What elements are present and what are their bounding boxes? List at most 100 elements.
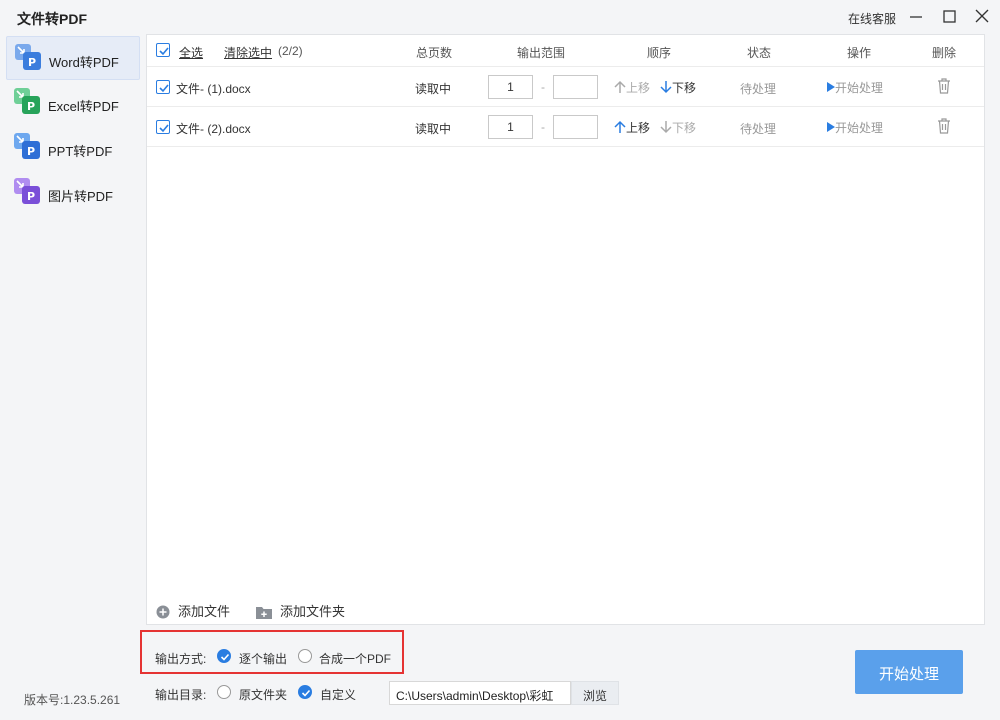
row-checkbox[interactable] (156, 80, 170, 94)
start-processing-button[interactable]: 开始处理 (855, 650, 963, 694)
play-icon (827, 82, 835, 92)
browse-button[interactable]: 浏览 (571, 681, 619, 705)
sidebar-item-ppt-to-pdf[interactable]: P PPT转PDF (6, 126, 140, 170)
app-title: 文件转PDF (17, 11, 87, 27)
sidebar-item-label: PPT转PDF (48, 144, 113, 159)
range-separator: - (541, 120, 545, 134)
status-label: 待处理 (740, 122, 777, 136)
dir-original-radio[interactable] (217, 685, 231, 699)
add-folder-button[interactable]: 添加文件夹 (256, 601, 345, 620)
sidebar-item-label: Excel转PDF (48, 99, 119, 114)
check-icon (159, 47, 169, 56)
sidebar-item-label: 图片转PDF (48, 189, 114, 204)
file-list-panel: 全选 清除选中 (2/2) 总页数 输出范围 顺序 状态 操作 删除 文件- (… (146, 34, 985, 625)
move-up-label: 上移 (626, 121, 651, 135)
check-icon (301, 689, 311, 697)
range-to-input[interactable] (553, 75, 598, 99)
header-pages: 总页数 (416, 46, 453, 60)
move-up-button[interactable]: 上移 (614, 79, 650, 96)
online-support-link[interactable]: 在线客服 (848, 10, 896, 27)
image-pdf-icon: P (14, 178, 40, 204)
svg-text:P: P (27, 145, 35, 158)
header-range: 输出范围 (517, 46, 566, 60)
move-up-button[interactable]: 上移 (614, 119, 650, 136)
clear-selection-link[interactable]: 清除选中 (224, 44, 272, 61)
status-label: 待处理 (740, 82, 777, 96)
trash-icon (938, 78, 950, 94)
svg-text:P: P (27, 190, 35, 203)
delete-row-button[interactable] (937, 78, 951, 97)
delete-row-button[interactable] (937, 118, 951, 137)
minimize-button[interactable] (905, 6, 927, 28)
selection-count: (2/2) (278, 44, 303, 58)
trash-icon (938, 118, 950, 134)
close-button[interactable] (971, 6, 993, 28)
arrow-down-icon (660, 121, 672, 134)
add-file-label: 添加文件 (178, 604, 231, 619)
header-action: 操作 (847, 46, 872, 60)
word-pdf-icon: P (15, 44, 41, 70)
add-folder-label: 添加文件夹 (280, 604, 346, 619)
range-to-input[interactable] (553, 115, 598, 139)
range-from-input[interactable]: 1 (488, 75, 533, 99)
start-row-button[interactable]: 开始处理 (827, 79, 883, 96)
sidebar-item-excel-to-pdf[interactable]: P Excel转PDF (6, 81, 140, 125)
excel-pdf-icon: P (14, 88, 40, 114)
move-down-button[interactable]: 下移 (660, 79, 696, 96)
output-merge-label: 合成一个PDF (319, 652, 392, 666)
svg-text:P: P (27, 100, 35, 113)
page-count: 读取中 (415, 82, 452, 96)
output-path-input[interactable]: C:\Users\admin\Desktop\彩虹 (389, 681, 571, 705)
file-actions-bar: 添加文件 添加文件夹 (147, 595, 984, 625)
folder-plus-icon (256, 607, 272, 619)
maximize-button[interactable] (938, 6, 960, 28)
header-status: 状态 (747, 46, 772, 60)
header-order: 顺序 (647, 46, 672, 60)
dir-custom-radio[interactable] (298, 685, 312, 699)
output-merge-radio[interactable] (298, 649, 312, 663)
range-from-input[interactable]: 1 (488, 115, 533, 139)
start-row-label: 开始处理 (835, 81, 884, 95)
output-individual-label: 逐个输出 (239, 652, 288, 666)
output-individual-radio[interactable] (217, 649, 231, 663)
select-all-link[interactable]: 全选 (179, 44, 203, 61)
svg-text:P: P (28, 56, 36, 69)
minimize-icon (910, 16, 922, 18)
sidebar-item-image-to-pdf[interactable]: P 图片转PDF (6, 171, 140, 215)
dir-original-label: 原文件夹 (239, 688, 288, 702)
sidebar-item-label: Word转PDF (49, 55, 119, 70)
move-down-button[interactable]: 下移 (660, 119, 696, 136)
check-icon (159, 84, 169, 93)
select-all-checkbox[interactable] (156, 43, 170, 57)
sidebar-item-word-to-pdf[interactable]: P Word转PDF (6, 36, 140, 80)
table-header: 全选 清除选中 (2/2) 总页数 输出范围 顺序 状态 操作 删除 (147, 35, 984, 67)
plus-circle-icon (156, 605, 170, 619)
file-name: 文件- (2).docx (176, 122, 251, 136)
start-row-button[interactable]: 开始处理 (827, 119, 883, 136)
output-dir-label: 输出目录: (155, 688, 207, 702)
range-separator: - (541, 80, 545, 94)
arrow-up-icon (614, 120, 626, 133)
play-icon (827, 122, 835, 132)
maximize-icon (943, 10, 956, 23)
title-bar: 文件转PDF 在线客服 (0, 0, 1000, 34)
arrow-up-icon (614, 80, 626, 93)
table-row: 文件- (1).docx 读取中 1 - 上移 下移 待处理 开始处理 (147, 67, 984, 107)
start-row-label: 开始处理 (835, 121, 884, 135)
row-checkbox[interactable] (156, 120, 170, 134)
header-delete: 删除 (932, 46, 957, 60)
page-count: 读取中 (415, 122, 452, 136)
arrow-down-icon (660, 81, 672, 94)
add-file-button[interactable]: 添加文件 (156, 601, 230, 620)
table-row: 文件- (2).docx 读取中 1 - 上移 下移 待处理 开始处理 (147, 107, 984, 147)
sidebar: P Word转PDF P Excel转PDF P PPT转PDF P 图片转PD… (0, 34, 146, 720)
move-down-label: 下移 (672, 121, 697, 135)
version-label: 版本号:1.23.5.261 (24, 693, 121, 707)
dir-custom-label: 自定义 (320, 688, 357, 702)
check-icon (220, 653, 230, 661)
move-down-label: 下移 (672, 81, 697, 95)
check-icon (159, 124, 169, 133)
output-mode-label: 输出方式: (155, 652, 207, 666)
close-icon (975, 9, 989, 23)
file-name: 文件- (1).docx (176, 82, 251, 96)
